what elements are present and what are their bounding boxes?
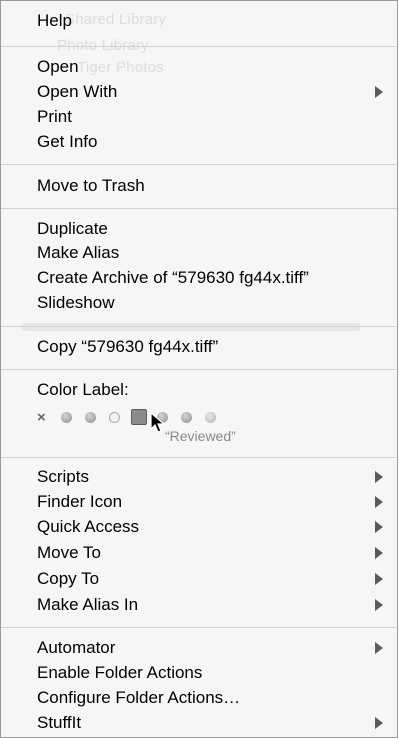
menu-item-open[interactable]: Open	[1, 54, 397, 80]
menu-item-make-alias-in[interactable]: Make Alias In	[1, 592, 397, 618]
color-label-heading: Color Label:	[37, 380, 129, 399]
menu-item-get-info[interactable]: Get Info	[1, 129, 397, 155]
menu-item-label: Slideshow	[37, 293, 115, 312]
color-swatch-selected[interactable]	[131, 409, 147, 425]
menu-separator	[1, 457, 397, 458]
menu-item-print[interactable]: Print	[1, 104, 397, 130]
submenu-arrow-icon	[375, 86, 383, 98]
context-menu: Shared Library Photo Library Tiger Photo…	[0, 0, 398, 738]
menu-item-label: Copy “579630 fg44x.tiff”	[37, 337, 219, 356]
menu-item-create-archive[interactable]: Create Archive of “579630 fg44x.tiff”	[1, 265, 397, 291]
submenu-arrow-icon	[375, 599, 383, 611]
menu-item-quick-access[interactable]: Quick Access	[1, 514, 397, 540]
color-swatch[interactable]	[109, 411, 120, 423]
menu-item-label: Make Alias	[37, 243, 120, 262]
menu-item-configure-folder-actions[interactable]: Configure Folder Actions…	[1, 685, 397, 711]
menu-item-move-to[interactable]: Move To	[1, 540, 397, 566]
menu-item-label: Get Info	[37, 132, 98, 151]
menu-item-label: Move to Trash	[37, 176, 145, 195]
menu-item-copy-file[interactable]: Copy “579630 fg44x.tiff”	[1, 334, 397, 360]
menu-item-label: Duplicate	[37, 219, 108, 238]
color-label-name: “Reviewed”	[165, 428, 236, 444]
submenu-arrow-icon	[375, 471, 383, 483]
submenu-arrow-icon	[375, 496, 383, 508]
submenu-arrow-icon	[375, 642, 383, 654]
menu-item-label: Enable Folder Actions	[37, 663, 203, 682]
menu-item-stuffit[interactable]: StuffIt	[1, 710, 397, 736]
menu-item-label: Open With	[37, 82, 118, 101]
menu-item-label: StuffIt	[37, 713, 82, 732]
submenu-arrow-icon	[375, 547, 383, 559]
menu-item-label: Configure Folder Actions…	[37, 688, 241, 707]
menu-separator	[1, 164, 397, 165]
menu-item-move-to-trash[interactable]: Move to Trash	[1, 173, 397, 199]
background-ghost-bar	[21, 323, 361, 331]
menu-item-slideshow[interactable]: Slideshow	[1, 290, 397, 316]
menu-item-duplicate[interactable]: Duplicate	[1, 216, 397, 242]
menu-item-label: Print	[37, 107, 72, 126]
menu-item-help[interactable]: Help	[1, 8, 397, 34]
menu-item-copy-to[interactable]: Copy To	[1, 566, 397, 592]
submenu-arrow-icon	[375, 717, 383, 729]
menu-item-make-alias[interactable]: Make Alias	[1, 240, 397, 266]
menu-item-label: Copy To	[37, 569, 100, 588]
menu-item-scripts[interactable]: Scripts	[1, 464, 397, 490]
menu-item-label: Finder Icon	[37, 492, 123, 511]
menu-item-label: Open	[37, 57, 79, 76]
menu-item-finder-icon[interactable]: Finder Icon	[1, 489, 397, 515]
menu-separator	[1, 208, 397, 209]
mouse-pointer-icon	[150, 412, 166, 433]
menu-item-automator[interactable]: Automator	[1, 635, 397, 661]
menu-separator	[1, 46, 397, 47]
color-swatch[interactable]	[205, 411, 216, 423]
menu-separator	[1, 326, 397, 327]
menu-item-label: Create Archive of “579630 fg44x.tiff”	[37, 268, 309, 287]
color-swatch[interactable]	[181, 411, 192, 423]
menu-item-label: Automator	[37, 638, 116, 657]
menu-item-label: Make Alias In	[37, 595, 139, 614]
submenu-arrow-icon	[375, 573, 383, 585]
menu-item-enable-folder-actions[interactable]: Enable Folder Actions	[1, 660, 397, 686]
color-swatch[interactable]	[61, 411, 72, 423]
color-label-title: Color Label:	[1, 377, 397, 403]
menu-item-label: Scripts	[37, 467, 89, 486]
menu-item-open-with[interactable]: Open With	[1, 79, 397, 105]
color-swatch[interactable]	[85, 411, 96, 423]
submenu-arrow-icon	[375, 521, 383, 533]
menu-item-label: Move To	[37, 543, 101, 562]
menu-item-label: Quick Access	[37, 517, 140, 536]
menu-separator	[1, 627, 397, 628]
color-label-swatches: ×	[37, 407, 229, 427]
menu-separator	[1, 369, 397, 370]
clear-label-icon[interactable]: ×	[37, 409, 61, 426]
menu-item-label: Help	[37, 11, 72, 30]
